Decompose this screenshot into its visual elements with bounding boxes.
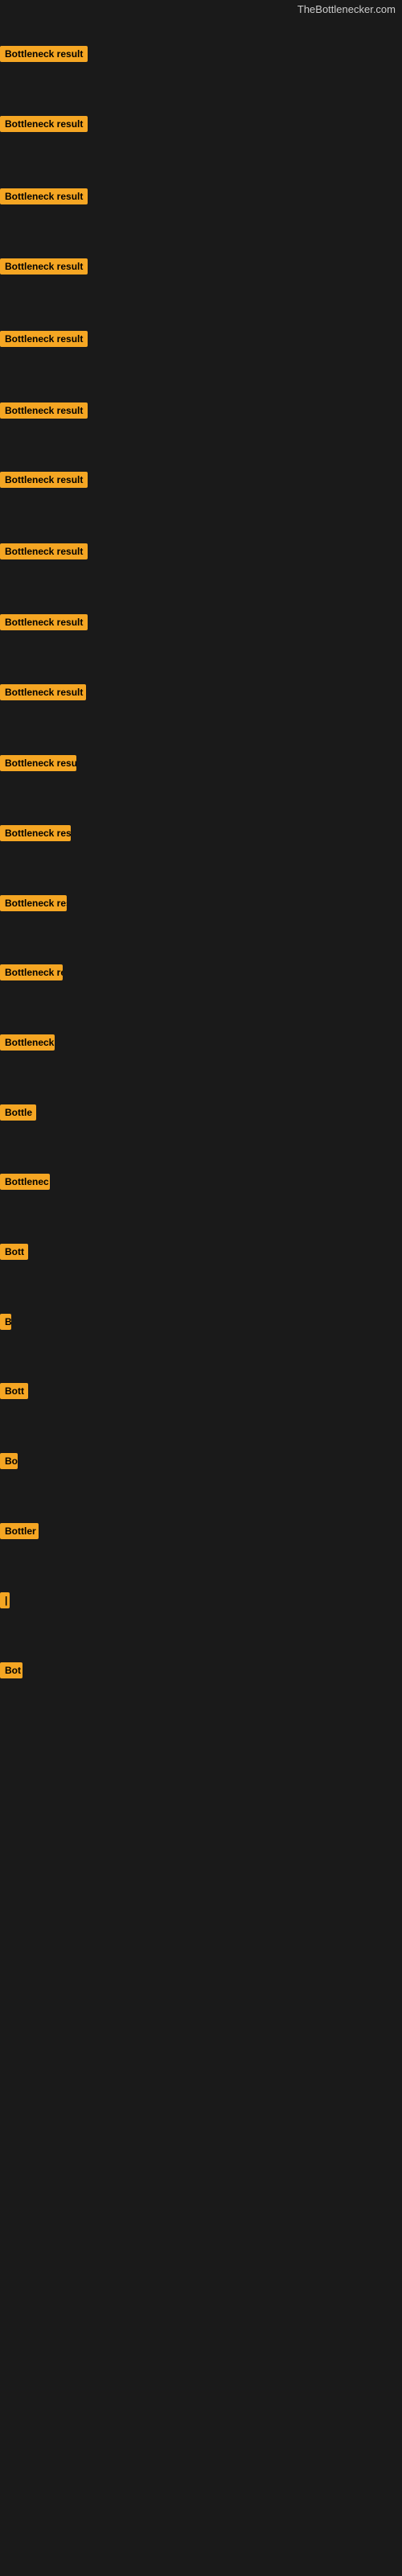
bottleneck-result-item: Bottleneck result — [0, 116, 88, 136]
bottleneck-badge: Bottle — [0, 1104, 36, 1121]
bottleneck-result-item: Bottlenec — [0, 1174, 50, 1194]
bottleneck-badge: Bottleneck result — [0, 331, 88, 347]
bottleneck-badge: Bott — [0, 1383, 28, 1399]
bottleneck-result-item: Bottleneck resu — [0, 825, 71, 845]
bottleneck-result-item: Bot — [0, 1662, 23, 1682]
bottleneck-result-item: Bottleneck result — [0, 543, 88, 564]
site-title: TheBottlenecker.com — [291, 0, 402, 19]
bottleneck-result-item: Bott — [0, 1244, 28, 1264]
bottleneck-badge: Bottleneck result — [0, 188, 88, 204]
bottleneck-result-item: Bottleneck — [0, 1034, 55, 1055]
bottleneck-result-item: Bottle — [0, 1104, 36, 1125]
bottleneck-result-item: B — [0, 1314, 11, 1334]
bottleneck-result-item: Bottleneck result — [0, 258, 88, 279]
bottleneck-badge: Bottleneck result — [0, 684, 86, 700]
bottleneck-badge: Bottleneck result — [0, 46, 88, 62]
bottleneck-result-item: Bottleneck result — [0, 331, 88, 351]
bottleneck-badge: B — [0, 1314, 11, 1330]
bottleneck-result-item: Bottleneck result — [0, 684, 86, 704]
bottleneck-result-item: Bottleneck result — [0, 402, 88, 423]
bottleneck-badge: Bott — [0, 1244, 28, 1260]
bottleneck-badge: Bottleneck result — [0, 472, 88, 488]
bottleneck-badge: Bot — [0, 1662, 23, 1678]
bottleneck-result-item: Bottleneck result — [0, 46, 88, 66]
bottleneck-badge: Bottleneck result — [0, 614, 88, 630]
bottleneck-badge: Bottleneck resu — [0, 825, 71, 841]
bottleneck-badge: Bottleneck result — [0, 402, 88, 419]
bottleneck-result-item: Bott — [0, 1383, 28, 1403]
bottleneck-result-item: Bottleneck resul — [0, 755, 76, 775]
bottleneck-badge: Bottleneck resu — [0, 964, 63, 980]
bottleneck-badge: Bo — [0, 1453, 18, 1469]
bottleneck-badge: Bottleneck result — [0, 116, 88, 132]
bottleneck-result-item: Bottleneck resu — [0, 895, 67, 915]
bottleneck-result-item: Bo — [0, 1453, 18, 1473]
bottleneck-result-item: Bottleneck result — [0, 472, 88, 492]
bottleneck-result-item: Bottleneck resu — [0, 964, 63, 985]
bottleneck-result-item: Bottleneck result — [0, 188, 88, 208]
bottleneck-badge: Bottleneck resul — [0, 755, 76, 771]
bottleneck-badge: Bottleneck resu — [0, 895, 67, 911]
bottleneck-badge: Bottleneck — [0, 1034, 55, 1051]
bottleneck-result-item: Bottleneck result — [0, 614, 88, 634]
bottleneck-result-item: Bottler — [0, 1523, 39, 1543]
bottleneck-badge: | — [0, 1592, 10, 1608]
bottleneck-badge: Bottlenec — [0, 1174, 50, 1190]
bottleneck-badge: Bottleneck result — [0, 258, 88, 275]
bottleneck-badge: Bottleneck result — [0, 543, 88, 559]
bottleneck-result-item: | — [0, 1592, 10, 1612]
bottleneck-badge: Bottler — [0, 1523, 39, 1539]
